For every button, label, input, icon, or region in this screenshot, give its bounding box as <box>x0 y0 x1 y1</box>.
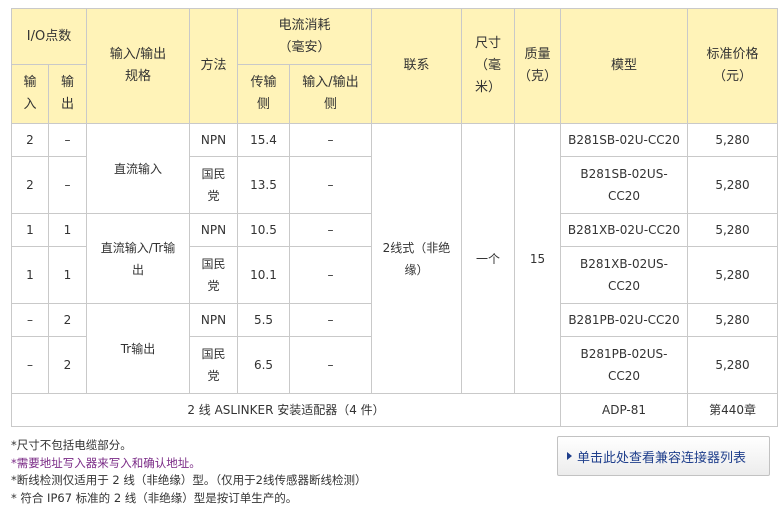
cell-price: 5,280 <box>687 123 779 157</box>
cell-sensor-ma: 10.5 <box>237 213 290 247</box>
accessory-price: 第440章 <box>687 393 779 427</box>
cell-sensor-ma: 15.4 <box>237 123 290 157</box>
cell-method: 国民党 <box>189 336 238 394</box>
cell-method: NPN <box>189 303 238 337</box>
cell-in: 2 <box>11 123 49 157</box>
cell-io-ma: – <box>289 246 372 304</box>
cell-connection: 2线式（非绝 缘） <box>371 123 462 394</box>
arrow-right-icon <box>567 452 572 460</box>
cell-spec: Tr输出 <box>86 303 190 394</box>
cell-sensor-ma: 5.5 <box>237 303 290 337</box>
cell-sensor-ma: 13.5 <box>237 156 290 214</box>
cell-method: NPN <box>189 213 238 247</box>
header-in: 输入 <box>11 64 49 124</box>
accessory-model: ADP-81 <box>560 393 689 427</box>
cell-method: 国民党 <box>189 246 238 304</box>
cell-price: 5,280 <box>687 303 779 337</box>
cell-size: 一个 <box>461 123 515 394</box>
header-weight: 质量 （克） <box>513 8 562 124</box>
header-spec: 输入/输出 规格 <box>86 8 190 124</box>
note-size: *尺寸不包括电缆部分。 <box>11 438 132 452</box>
header-io-points: I/O点数 <box>11 8 87 65</box>
cell-spec: 直流输入/Tr输出 <box>86 213 190 304</box>
cell-out: 1 <box>48 213 87 247</box>
header-method: 方法 <box>189 8 238 124</box>
cell-method: 国民党 <box>189 156 238 214</box>
cell-model: B281PB-02US- CC20 <box>560 336 689 394</box>
cell-method: NPN <box>189 123 238 157</box>
cell-price: 5,280 <box>687 336 779 394</box>
spec-table: I/O点数 输入/输出 规格 方法 电流消耗 （毫安） 联系 尺寸 （毫 米） 质量 （克… <box>10 8 779 427</box>
cell-price: 5,280 <box>687 156 779 214</box>
cell-spec: 直流输入 <box>86 123 190 214</box>
cell-out: – <box>48 123 87 157</box>
accessory-row: 2 线 ASLINKER 安装适配器（4 件） ADP-81 第440章 <box>10 393 779 427</box>
cell-in: 2 <box>11 156 49 214</box>
cell-model: B281PB-02U-CC20 <box>560 303 689 337</box>
cell-sensor-ma: 6.5 <box>237 336 290 394</box>
cell-out: 2 <box>48 303 87 337</box>
cell-model: B281SB-02US- CC20 <box>560 156 689 214</box>
header-model: 模型 <box>560 8 689 124</box>
cell-in: 1 <box>11 213 49 247</box>
accessory-label: 2 线 ASLINKER 安装适配器（4 件） <box>10 393 562 427</box>
header-price: 标准价格 （元） <box>687 8 779 124</box>
table-row: 2 – 直流输入 NPN 15.4 – 2线式（非绝 缘） 一个 15 B281S… <box>11 123 779 394</box>
note-ip67: * 符合 IP67 标准的 2 线（非绝缘）型是按订单生产的。 <box>11 490 298 505</box>
cell-out: 2 <box>48 336 87 394</box>
note-disconnect-detection: *断线检测仅适用于 2 线（非绝缘）型。（仅用于2线传感器断线检测） <box>11 473 367 487</box>
header-current-io: 输入/输出侧 <box>289 64 372 124</box>
cell-price: 5,280 <box>687 246 779 304</box>
cell-out: 1 <box>48 246 87 304</box>
cell-io-ma: – <box>289 156 372 214</box>
header-current-sensor: 传输侧 <box>237 64 290 124</box>
cell-price: 5,280 <box>687 213 779 247</box>
cell-model: B281SB-02U-CC20 <box>560 123 689 157</box>
cell-weight: 15 <box>513 123 562 394</box>
cell-io-ma: – <box>289 123 372 157</box>
note-address-writer-link[interactable]: *需要地址写入器来写入和确认地址。 <box>11 455 366 473</box>
cell-io-ma: – <box>289 336 372 394</box>
cell-model: B281XB-02U-CC20 <box>560 213 689 247</box>
compatible-connectors-button[interactable]: 单击此处查看兼容连接器列表 <box>557 436 770 476</box>
cell-io-ma: – <box>289 303 372 337</box>
cell-in: – <box>11 336 49 394</box>
cell-out: – <box>48 156 87 214</box>
cell-in: – <box>11 303 49 337</box>
cell-sensor-ma: 10.1 <box>237 246 290 304</box>
cell-in: 1 <box>11 246 49 304</box>
notes: *尺寸不包括电缆部分。 *需要地址写入器来写入和确认地址。 *断线检测仅适用于 … <box>11 437 366 507</box>
header-current: 电流消耗 （毫安） <box>237 8 372 65</box>
header-size: 尺寸 （毫 米） <box>461 8 515 124</box>
compatible-connectors-label: 单击此处查看兼容连接器列表 <box>577 450 747 466</box>
header-connection: 联系 <box>371 8 462 124</box>
cell-io-ma: – <box>289 213 372 247</box>
cell-model: B281XB-02US- CC20 <box>560 246 689 304</box>
header-out: 输出 <box>48 64 87 124</box>
